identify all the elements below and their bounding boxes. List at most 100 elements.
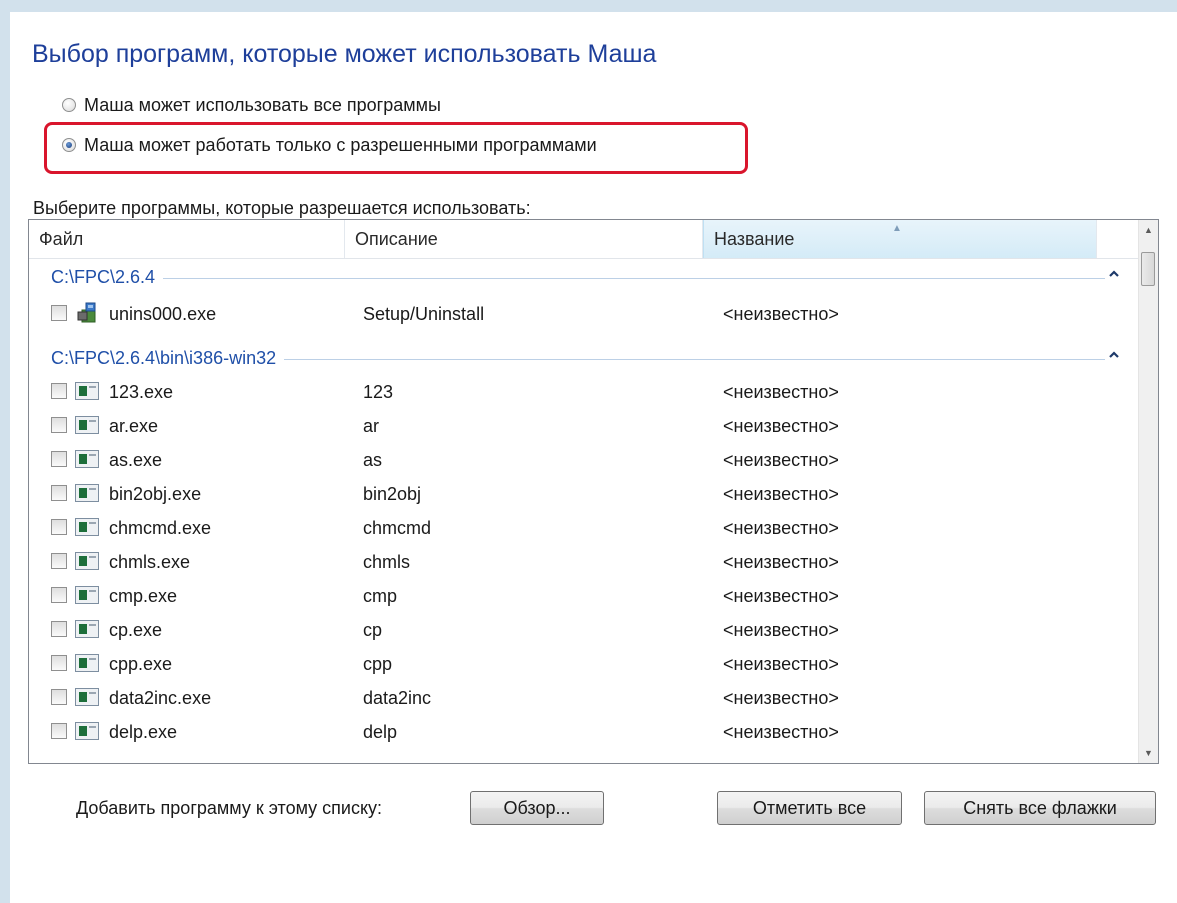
item-checkbox[interactable] bbox=[51, 485, 67, 501]
item-checkbox[interactable] bbox=[51, 587, 67, 603]
item-file: cp.exe bbox=[109, 620, 163, 640]
item-description: chmls bbox=[363, 552, 411, 572]
column-file[interactable]: Файл bbox=[29, 220, 345, 258]
group-header[interactable]: C:\FPC\2.6.4 bbox=[29, 259, 1139, 295]
item-file: chmls.exe bbox=[109, 552, 191, 572]
item-description: Setup/Uninstall bbox=[363, 304, 485, 324]
item-name: <неизвестно> bbox=[723, 382, 839, 402]
item-description: cpp bbox=[363, 654, 393, 674]
exe-icon bbox=[75, 688, 99, 706]
item-description: data2inc bbox=[363, 688, 432, 708]
scroll-thumb[interactable] bbox=[1141, 252, 1155, 286]
item-description: ar bbox=[363, 416, 380, 436]
list-item[interactable]: cmp.exe cmp <неизвестно> bbox=[29, 580, 1139, 614]
item-checkbox[interactable] bbox=[51, 553, 67, 569]
vertical-scrollbar[interactable]: ▲ ▼ bbox=[1138, 220, 1158, 763]
exe-icon bbox=[75, 518, 99, 536]
list-item[interactable]: cp.exe cp <неизвестно> bbox=[29, 614, 1139, 648]
item-description: as bbox=[363, 450, 383, 470]
item-name: <неизвестно> bbox=[723, 484, 839, 504]
item-checkbox[interactable] bbox=[51, 655, 67, 671]
list-item[interactable]: bin2obj.exe bin2obj <неизвестно> bbox=[29, 478, 1139, 512]
item-description: 123 bbox=[363, 382, 394, 402]
item-file: chmcmd.exe bbox=[109, 518, 212, 538]
scroll-down-arrow-icon[interactable]: ▼ bbox=[1139, 743, 1158, 763]
group-header[interactable]: C:\FPC\2.6.4\bin\i386-win32 bbox=[29, 340, 1139, 376]
item-file: cpp.exe bbox=[109, 654, 173, 674]
item-name: <неизвестно> bbox=[723, 586, 839, 606]
exe-icon bbox=[75, 484, 99, 502]
item-name: <неизвестно> bbox=[723, 688, 839, 708]
item-checkbox[interactable] bbox=[51, 383, 67, 399]
radio-label: Маша может использовать все программы bbox=[84, 94, 441, 115]
item-checkbox[interactable] bbox=[51, 723, 67, 739]
column-description[interactable]: Описание bbox=[345, 220, 703, 258]
radio-allowed-programs[interactable]: Маша может работать только с разрешенным… bbox=[62, 132, 597, 158]
item-name: <неизвестно> bbox=[723, 620, 839, 640]
dialog-panel: Выбор программ, которые может использова… bbox=[10, 12, 1177, 903]
list-item[interactable]: ar.exe ar <неизвестно> bbox=[29, 410, 1139, 444]
column-description-label: Описание bbox=[355, 228, 438, 249]
group-path: C:\FPC\2.6.4\bin\i386-win32 bbox=[51, 348, 285, 369]
item-description: delp bbox=[363, 722, 398, 742]
scroll-up-arrow-icon[interactable]: ▲ bbox=[1139, 220, 1158, 240]
list-item[interactable]: delp.exe delp <неизвестно> bbox=[29, 716, 1139, 750]
chevron-up-icon[interactable] bbox=[1107, 348, 1121, 362]
list-item[interactable]: chmls.exe chmls <неизвестно> bbox=[29, 546, 1139, 580]
item-name: <неизвестно> bbox=[723, 304, 839, 324]
list-item[interactable]: as.exe as <неизвестно> bbox=[29, 444, 1139, 478]
group-path: C:\FPC\2.6.4 bbox=[51, 267, 164, 288]
item-description: cp bbox=[363, 620, 383, 640]
item-file: as.exe bbox=[109, 450, 163, 470]
column-file-label: Файл bbox=[39, 228, 84, 249]
item-name: <неизвестно> bbox=[723, 416, 839, 436]
item-checkbox[interactable] bbox=[51, 451, 67, 467]
group-divider bbox=[53, 278, 1105, 279]
list-item[interactable]: 123.exe 123 <неизвестно> bbox=[29, 376, 1139, 410]
item-checkbox[interactable] bbox=[51, 305, 67, 321]
check-all-button[interactable]: Отметить все bbox=[717, 791, 902, 825]
chevron-up-icon[interactable] bbox=[1107, 267, 1121, 281]
column-name-label: Название bbox=[714, 228, 795, 249]
sort-up-icon: ▲ bbox=[892, 223, 902, 234]
list-item[interactable]: unins000.exe Setup/Uninstall <неизвестно… bbox=[29, 298, 1139, 332]
list-item[interactable]: data2inc.exe data2inc <неизвестно> bbox=[29, 682, 1139, 716]
column-name[interactable]: ▲ Название bbox=[703, 220, 1097, 258]
radio-all-programs[interactable]: Маша может использовать все программы bbox=[62, 92, 441, 118]
item-file: bin2obj.exe bbox=[109, 484, 202, 504]
item-checkbox[interactable] bbox=[51, 621, 67, 637]
list-item[interactable]: chmcmd.exe chmcmd <неизвестно> bbox=[29, 512, 1139, 546]
item-checkbox[interactable] bbox=[51, 689, 67, 705]
item-file: data2inc.exe bbox=[109, 688, 212, 708]
setup-icon bbox=[77, 302, 96, 323]
exe-icon bbox=[75, 620, 99, 638]
page-title: Выбор программ, которые может использова… bbox=[32, 40, 657, 68]
exe-icon bbox=[75, 450, 99, 468]
item-name: <неизвестно> bbox=[723, 722, 839, 742]
program-list: Файл Описание ▲ Название C:\FPC\2.6.4 un… bbox=[28, 219, 1159, 764]
item-description: bin2obj bbox=[363, 484, 422, 504]
exe-icon bbox=[75, 416, 99, 434]
item-file: delp.exe bbox=[109, 722, 178, 742]
uncheck-all-button[interactable]: Снять все флажки bbox=[924, 791, 1156, 825]
item-file: unins000.exe bbox=[109, 304, 217, 324]
item-description: chmcmd bbox=[363, 518, 432, 538]
item-checkbox[interactable] bbox=[51, 519, 67, 535]
radio-button-checked[interactable] bbox=[62, 138, 76, 152]
item-file: 123.exe bbox=[109, 382, 174, 402]
exe-icon bbox=[75, 552, 99, 570]
list-rows: C:\FPC\2.6.4 unins000.exe Setup/Uninstal… bbox=[29, 259, 1139, 763]
exe-icon bbox=[75, 382, 99, 400]
item-file: ar.exe bbox=[109, 416, 159, 436]
item-checkbox[interactable] bbox=[51, 417, 67, 433]
item-name: <неизвестно> bbox=[723, 552, 839, 572]
item-name: <неизвестно> bbox=[723, 654, 839, 674]
radio-button[interactable] bbox=[62, 98, 76, 112]
item-name: <неизвестно> bbox=[723, 450, 839, 470]
item-file: cmp.exe bbox=[109, 586, 178, 606]
exe-icon bbox=[75, 586, 99, 604]
browse-button[interactable]: Обзор... bbox=[470, 791, 604, 825]
item-name: <неизвестно> bbox=[723, 518, 839, 538]
list-item[interactable]: cpp.exe cpp <неизвестно> bbox=[29, 648, 1139, 682]
radio-label: Маша может работать только с разрешенным… bbox=[84, 134, 597, 155]
